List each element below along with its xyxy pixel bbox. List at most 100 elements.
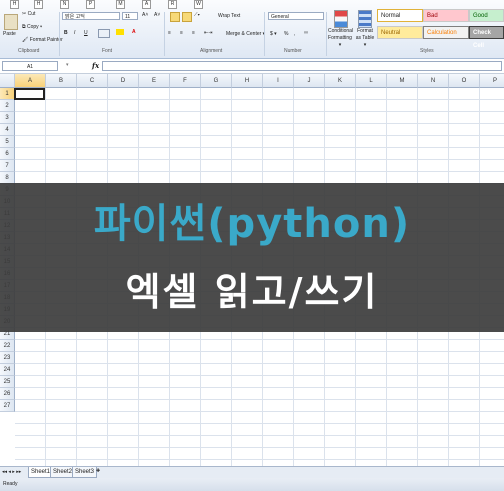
bold-button[interactable]: B xyxy=(64,30,68,36)
keytip-n: N xyxy=(60,0,69,9)
active-cell-a1[interactable] xyxy=(14,88,45,100)
format-as-table-icon[interactable] xyxy=(358,10,372,28)
column-header[interactable]: H xyxy=(232,74,263,88)
sheet-tab-bar: ◂◂ ◂ ▸ ▸▸ Sheet1 Sheet2 Sheet3 ✚ xyxy=(0,466,504,478)
column-header[interactable]: K xyxy=(325,74,356,88)
grow-font-button[interactable]: A˄ xyxy=(142,12,148,18)
indent-icon[interactable]: ⇤⇥ xyxy=(204,30,212,36)
group-separator xyxy=(164,12,165,56)
align-middle-icon[interactable] xyxy=(182,12,192,22)
italic-button[interactable]: I xyxy=(74,30,75,36)
name-box-dropdown-icon[interactable]: ▾ xyxy=(66,62,69,68)
number-group-label: Number xyxy=(284,48,302,54)
column-header[interactable]: F xyxy=(170,74,201,88)
font-name-select[interactable]: 맑은 고딕 xyxy=(62,12,120,20)
row-header[interactable]: 6 xyxy=(0,148,15,160)
column-header[interactable]: L xyxy=(356,74,387,88)
row-header[interactable]: 5 xyxy=(0,136,15,148)
column-header[interactable]: O xyxy=(449,74,480,88)
paste-button[interactable]: Paste xyxy=(3,31,16,37)
format-as-table-button[interactable]: Format as Table ▾ xyxy=(354,28,376,49)
cut-button[interactable]: ✂ Cut xyxy=(22,11,35,17)
underline-button[interactable]: U xyxy=(84,30,88,36)
number-format-select[interactable]: General xyxy=(268,12,324,20)
paste-icon[interactable] xyxy=(4,14,18,30)
align-center-icon[interactable]: ≡ xyxy=(180,30,183,36)
shrink-font-button[interactable]: A˅ xyxy=(154,12,160,18)
styles-group-label: Styles xyxy=(420,48,434,54)
keytip-bar: H H N P M A R W xyxy=(0,0,504,9)
row-header[interactable]: 24 xyxy=(0,364,15,376)
row-header[interactable]: 1 xyxy=(0,88,15,100)
row-header[interactable]: 4 xyxy=(0,124,15,136)
keytip-r: R xyxy=(168,0,177,9)
fill-color-icon[interactable] xyxy=(116,29,124,35)
row-header[interactable]: 22 xyxy=(0,340,15,352)
status-text: Ready xyxy=(3,481,18,487)
font-size-select[interactable]: 11 xyxy=(122,12,138,20)
format-painter-label: Format Painter xyxy=(29,37,63,43)
column-header[interactable]: A xyxy=(15,74,46,88)
row-header[interactable]: 25 xyxy=(0,376,15,388)
keytip-h: H xyxy=(10,0,19,9)
row-header[interactable]: 3 xyxy=(0,112,15,124)
wrap-text-button[interactable]: Wrap Text xyxy=(218,13,240,19)
column-header[interactable]: D xyxy=(108,74,139,88)
keytip-a: A xyxy=(142,0,151,9)
row-header[interactable]: 26 xyxy=(0,388,15,400)
row-header[interactable]: 27 xyxy=(0,400,15,412)
banner-subtitle: 엑셀 읽고/쓰기 xyxy=(125,270,379,314)
column-header[interactable]: N xyxy=(418,74,449,88)
style-neutral[interactable]: Neutral xyxy=(377,26,423,39)
tab-scroll-arrows-icon[interactable]: ◂◂ ◂ ▸ ▸▸ xyxy=(2,469,21,475)
style-check-cell[interactable]: Check Cell xyxy=(469,26,504,49)
align-right-icon[interactable]: ≡ xyxy=(192,30,195,36)
keytip-p: P xyxy=(86,0,95,9)
style-bad[interactable]: Bad xyxy=(423,9,469,22)
title-banner: 파이썬(python) 엑셀 읽고/쓰기 xyxy=(0,183,504,332)
align-left-icon[interactable]: ≡ xyxy=(168,30,171,36)
row-header[interactable]: 7 xyxy=(0,160,15,172)
insert-sheet-icon[interactable]: ✚ xyxy=(96,468,100,474)
row-header[interactable]: 23 xyxy=(0,352,15,364)
keytip-h2: H xyxy=(34,0,43,9)
align-top-icon[interactable] xyxy=(170,12,180,22)
column-header[interactable]: B xyxy=(46,74,77,88)
column-header[interactable]: C xyxy=(77,74,108,88)
column-header[interactable]: M xyxy=(387,74,418,88)
currency-button[interactable]: $ ▾ xyxy=(270,31,277,37)
column-header[interactable]: I xyxy=(263,74,294,88)
keytip-w: W xyxy=(194,0,203,9)
style-normal[interactable]: Normal xyxy=(377,9,423,22)
column-header[interactable]: J xyxy=(294,74,325,88)
comma-button[interactable]: , xyxy=(294,31,295,37)
tab-sheet3[interactable]: Sheet3 xyxy=(72,467,98,478)
conditional-formatting-button[interactable]: Conditional Formatting ▾ xyxy=(328,28,353,49)
orientation-icon[interactable]: ⟋▾ xyxy=(194,12,200,18)
name-box[interactable]: A1 xyxy=(2,61,58,71)
banner-title: 파이썬(python) xyxy=(93,201,411,247)
borders-icon[interactable] xyxy=(98,29,110,38)
select-all-corner[interactable] xyxy=(0,74,15,88)
group-separator xyxy=(59,12,60,56)
status-bar: Ready xyxy=(0,478,504,491)
insert-function-button[interactable]: fx xyxy=(92,61,99,70)
font-color-icon[interactable]: A xyxy=(132,29,136,35)
copy-label: Copy ▾ xyxy=(26,24,43,30)
style-calculation[interactable]: Calculation xyxy=(423,26,469,39)
row-header[interactable]: 2 xyxy=(0,100,15,112)
copy-button[interactable]: ⧉ Copy ▾ xyxy=(22,24,42,30)
percent-button[interactable]: % xyxy=(284,31,288,37)
group-separator xyxy=(264,12,265,56)
format-painter-button[interactable]: 🖌 Format Painter xyxy=(22,37,63,43)
formula-bar: A1 ▾ fx xyxy=(0,59,504,74)
formula-input[interactable] xyxy=(102,61,502,71)
column-header[interactable]: P xyxy=(480,74,504,88)
conditional-formatting-icon[interactable] xyxy=(334,10,348,28)
column-header[interactable]: E xyxy=(139,74,170,88)
group-separator xyxy=(326,12,327,56)
column-header[interactable]: G xyxy=(201,74,232,88)
style-good[interactable]: Good xyxy=(469,9,504,22)
decimal-icon[interactable]: ⁰⁰ xyxy=(304,31,308,37)
merge-center-button[interactable]: Merge & Center ▾ xyxy=(226,31,265,37)
